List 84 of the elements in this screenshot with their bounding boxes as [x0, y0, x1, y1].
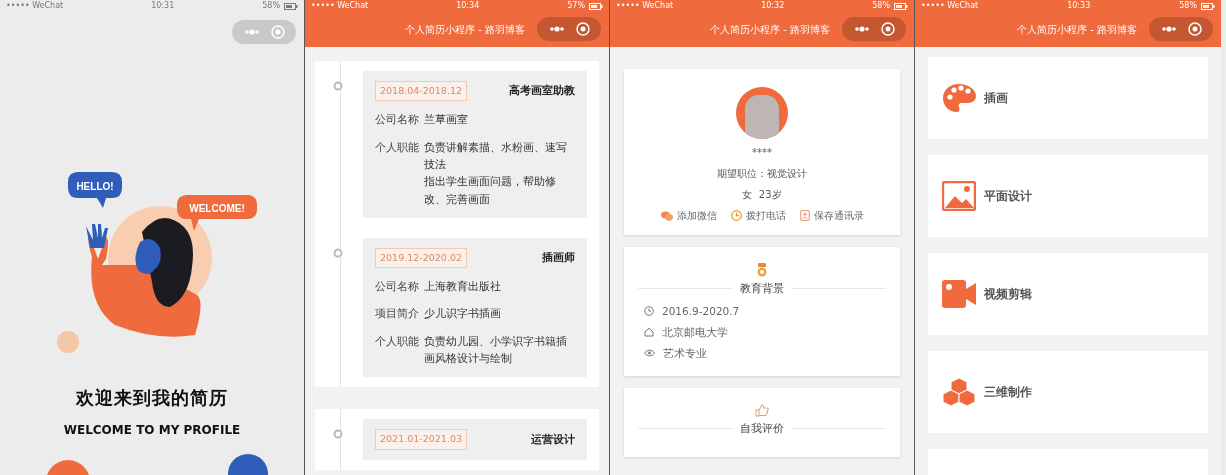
job-title: 高考画室助教: [509, 83, 575, 99]
desired-position: 期望职位：视觉设计: [717, 167, 807, 181]
field-value: 负责幼儿园、小学识字书籍插画风格设计与绘制: [424, 333, 568, 366]
nav-title: 个人简历小程序 - 路羽博客: [1016, 23, 1138, 37]
clock-text: 10:33: [1067, 2, 1091, 10]
field-label: 公司名称: [375, 279, 419, 295]
decor-circle: [57, 331, 79, 353]
carrier-text: ••••• WeChat: [921, 2, 979, 10]
nav-title: 个人简历小程序 - 路羽博客: [404, 23, 526, 37]
date-tag: 2018.04-2018.12: [375, 81, 467, 102]
more-icon[interactable]: [548, 26, 565, 32]
capsule-menu-button[interactable]: [842, 17, 906, 41]
section-heading: 教育背景: [740, 281, 784, 296]
profile-name: ****: [752, 146, 772, 160]
skill-label: 插画: [984, 90, 1008, 107]
thumbs-up-icon: [755, 403, 769, 417]
battery-icon: [894, 2, 908, 10]
timeline-dot-icon: [333, 429, 343, 440]
battery-text: 58%: [872, 2, 890, 10]
carrier-text: ••••• WeChat: [6, 2, 64, 10]
field-label: 公司名称: [375, 112, 419, 128]
date-tag: 2021.01-2021.03: [375, 429, 467, 450]
timeline-dot-icon: [333, 81, 343, 91]
action-link[interactable]: 拨打电话: [730, 208, 786, 223]
field-value: 少儿识字书插画: [424, 306, 501, 322]
battery-icon: [589, 2, 603, 10]
avatar-photo-placeholder: [736, 87, 788, 139]
welcome-subtitle: WELCOME TO MY PROFILE: [63, 422, 241, 439]
skill-label: 视频剪辑: [984, 286, 1032, 303]
field-label: 项目简介: [375, 306, 419, 322]
more-icon[interactable]: [1160, 26, 1177, 32]
job-title: 运营设计: [531, 431, 575, 447]
field-value: 上海教育出版社: [424, 279, 501, 295]
welcome-title: 欢迎来到我的简历: [76, 386, 228, 410]
bubble-text: HELLO!: [76, 180, 114, 192]
section-item-text: 2016.9-2020.7: [662, 303, 740, 319]
bubble-text: WELCOME!: [189, 203, 245, 214]
capsule-menu-button[interactable]: [1149, 17, 1213, 41]
skill-label: 平面设计: [984, 188, 1032, 205]
field-label: 个人职能: [375, 139, 419, 155]
palette-icon: [942, 83, 976, 113]
carrier-text: ••••• WeChat: [311, 2, 369, 10]
section-item-text: 艺术专业: [663, 345, 707, 361]
timeline-dot-icon: [333, 247, 343, 258]
carrier-text: ••••• WeChat: [616, 2, 674, 10]
skill-card[interactable]: 平面设计: [928, 155, 1208, 237]
house-icon: [644, 327, 654, 338]
skill-card[interactable]: 插画: [928, 57, 1208, 139]
nav-title: 个人简历小程序 - 路羽博客: [709, 23, 831, 37]
close-icon[interactable]: [880, 22, 895, 36]
medal-icon: [756, 263, 768, 277]
battery-icon: [284, 2, 298, 10]
clock-text: 10:34: [456, 2, 480, 10]
section-item-text: 北京邮电大学: [662, 324, 728, 340]
section-heading: 自我评价: [740, 420, 784, 436]
skill-label: 三维制作: [984, 384, 1032, 401]
skill-card[interactable]: 三维制作: [928, 351, 1208, 433]
video-camera-icon: [942, 280, 976, 308]
battery-icon: [1201, 2, 1215, 10]
battery-text: 58%: [262, 2, 280, 10]
close-icon[interactable]: [575, 22, 590, 36]
action-link[interactable]: 添加微信: [660, 208, 717, 223]
picture-icon: [942, 181, 976, 211]
skill-card[interactable]: 视频剪辑: [928, 253, 1208, 335]
gender-age: 女 23岁: [742, 188, 782, 202]
date-tag: 2019.12-2020.02: [375, 247, 467, 269]
field-value: 负责讲解素描、水粉画、速写技法: [424, 139, 568, 172]
speech-bubble: [68, 172, 122, 208]
field-value: 指出学生画面问题，帮助修改、完善画面: [424, 174, 557, 207]
capsule-menu-button[interactable]: [537, 17, 601, 41]
battery-text: 57%: [567, 2, 585, 10]
field-value: 兰草画室: [424, 112, 468, 128]
clock-text: 10:31: [151, 2, 175, 10]
field-label: 个人职能: [375, 333, 419, 349]
eye-icon: [644, 349, 655, 358]
cubes-icon: [942, 377, 976, 407]
battery-text: 58%: [1179, 2, 1197, 10]
clock-icon: [644, 306, 654, 317]
more-icon[interactable]: [853, 26, 870, 32]
action-link[interactable]: 保存通讯录: [799, 208, 864, 223]
chat-bubbles-icon[interactable]: [660, 210, 673, 221]
job-title: 插画师: [542, 250, 575, 266]
close-icon[interactable]: [1187, 22, 1202, 36]
clock-text: 10:32: [761, 2, 785, 10]
